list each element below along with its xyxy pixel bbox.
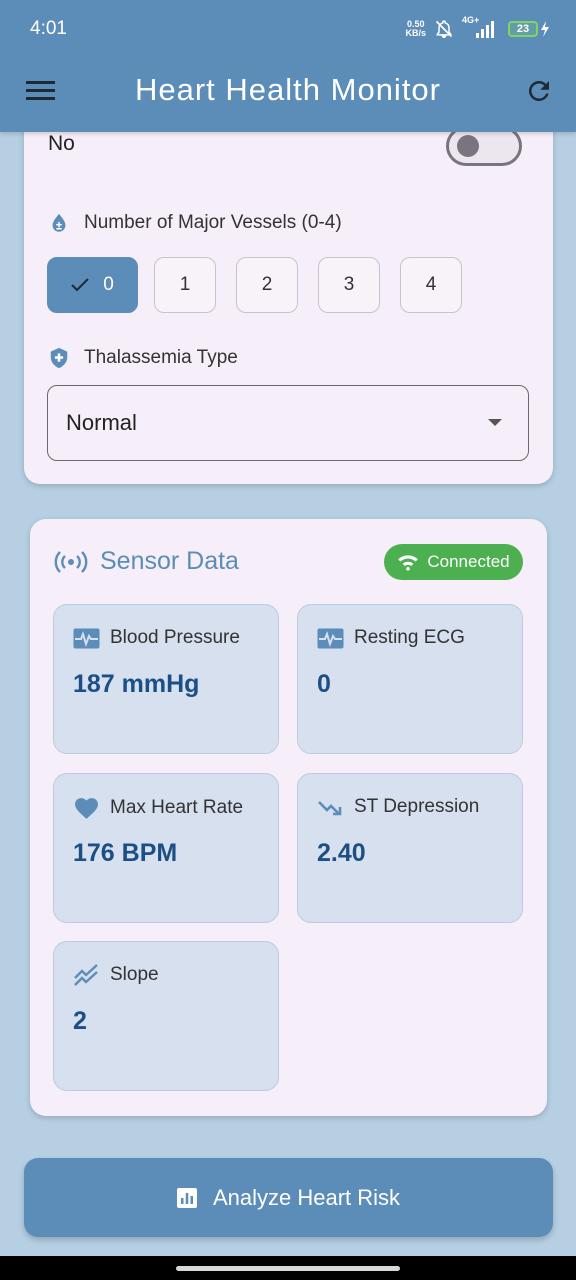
blood-pressure-value: 187 mmHg	[73, 670, 200, 698]
check-icon	[71, 278, 89, 292]
app-title: Heart Health Monitor	[134, 72, 441, 107]
system-nav-bar	[0, 1256, 576, 1280]
monitor-heart-icon	[73, 628, 100, 648]
dropdown-arrow-icon	[488, 419, 502, 426]
resting-ecg-tile: Resting ECG 0	[297, 604, 523, 754]
bloodtype-icon	[52, 213, 66, 232]
signal-icon: 4G+	[462, 15, 500, 40]
vessels-chip-1[interactable]: 1	[154, 257, 216, 313]
monitor-heart-icon	[317, 628, 344, 648]
thalassemia-label: Thalassemia Type	[48, 346, 238, 370]
home-gesture-handle[interactable]	[176, 1266, 400, 1271]
net-speed: 0.50 KB/s	[405, 19, 426, 38]
thalassemia-value: Normal	[66, 410, 137, 435]
app-header: 4:01 0.50 KB/s 4G+ 23 Heart Health Monit…	[0, 0, 576, 132]
thalassemia-dropdown[interactable]: Normal	[47, 385, 529, 461]
wifi-icon	[398, 555, 419, 571]
slope-tile: Slope 2	[53, 941, 279, 1091]
analytics-icon	[176, 1187, 197, 1208]
st-depression-tile: ST Depression 2.40	[297, 773, 523, 923]
sensor-header: Sensor Data	[54, 547, 239, 576]
vessels-label: Number of Major Vessels (0-4)	[48, 211, 342, 235]
connection-status-badge: Connected	[384, 544, 523, 580]
vessels-chip-0[interactable]: 0	[47, 257, 138, 313]
notifications-off-icon	[435, 20, 453, 39]
st-depression-value: 2.40	[317, 839, 366, 867]
sensor-title: Sensor Data	[100, 547, 239, 575]
charging-icon	[541, 21, 549, 37]
blood-pressure-tile: Blood Pressure 187 mmHg	[53, 604, 279, 754]
exercise-angina-toggle[interactable]	[446, 126, 522, 166]
max-heart-rate-value: 176 BPM	[73, 839, 178, 867]
refresh-icon[interactable]	[524, 76, 554, 106]
analyze-heart-risk-button[interactable]: Analyze Heart Risk	[24, 1158, 553, 1237]
toggle-knob	[457, 135, 479, 157]
form-card: No Number of Major Vessels (0-4) 0 1 2 3	[24, 100, 553, 484]
sensors-icon	[54, 550, 88, 573]
max-heart-rate-tile: Max Heart Rate 176 BPM	[53, 773, 279, 923]
vessels-chip-3[interactable]: 3	[318, 257, 380, 313]
status-time: 4:01	[30, 18, 67, 39]
stacked-line-chart-icon	[74, 964, 98, 986]
health-shield-icon	[50, 347, 68, 369]
slope-value: 2	[73, 1007, 87, 1035]
vessels-chip-2[interactable]: 2	[236, 257, 298, 313]
vessels-chip-4[interactable]: 4	[400, 257, 462, 313]
heart-icon	[75, 798, 98, 819]
resting-ecg-value: 0	[317, 670, 331, 698]
status-icons: 0.50 KB/s 4G+ 23	[405, 15, 550, 42]
trending-down-icon	[318, 800, 342, 815]
toggle-label: No	[48, 132, 75, 155]
battery-icon: 23	[508, 21, 550, 37]
sensor-card: Sensor Data Connected Blood Pressure 187…	[30, 519, 547, 1116]
